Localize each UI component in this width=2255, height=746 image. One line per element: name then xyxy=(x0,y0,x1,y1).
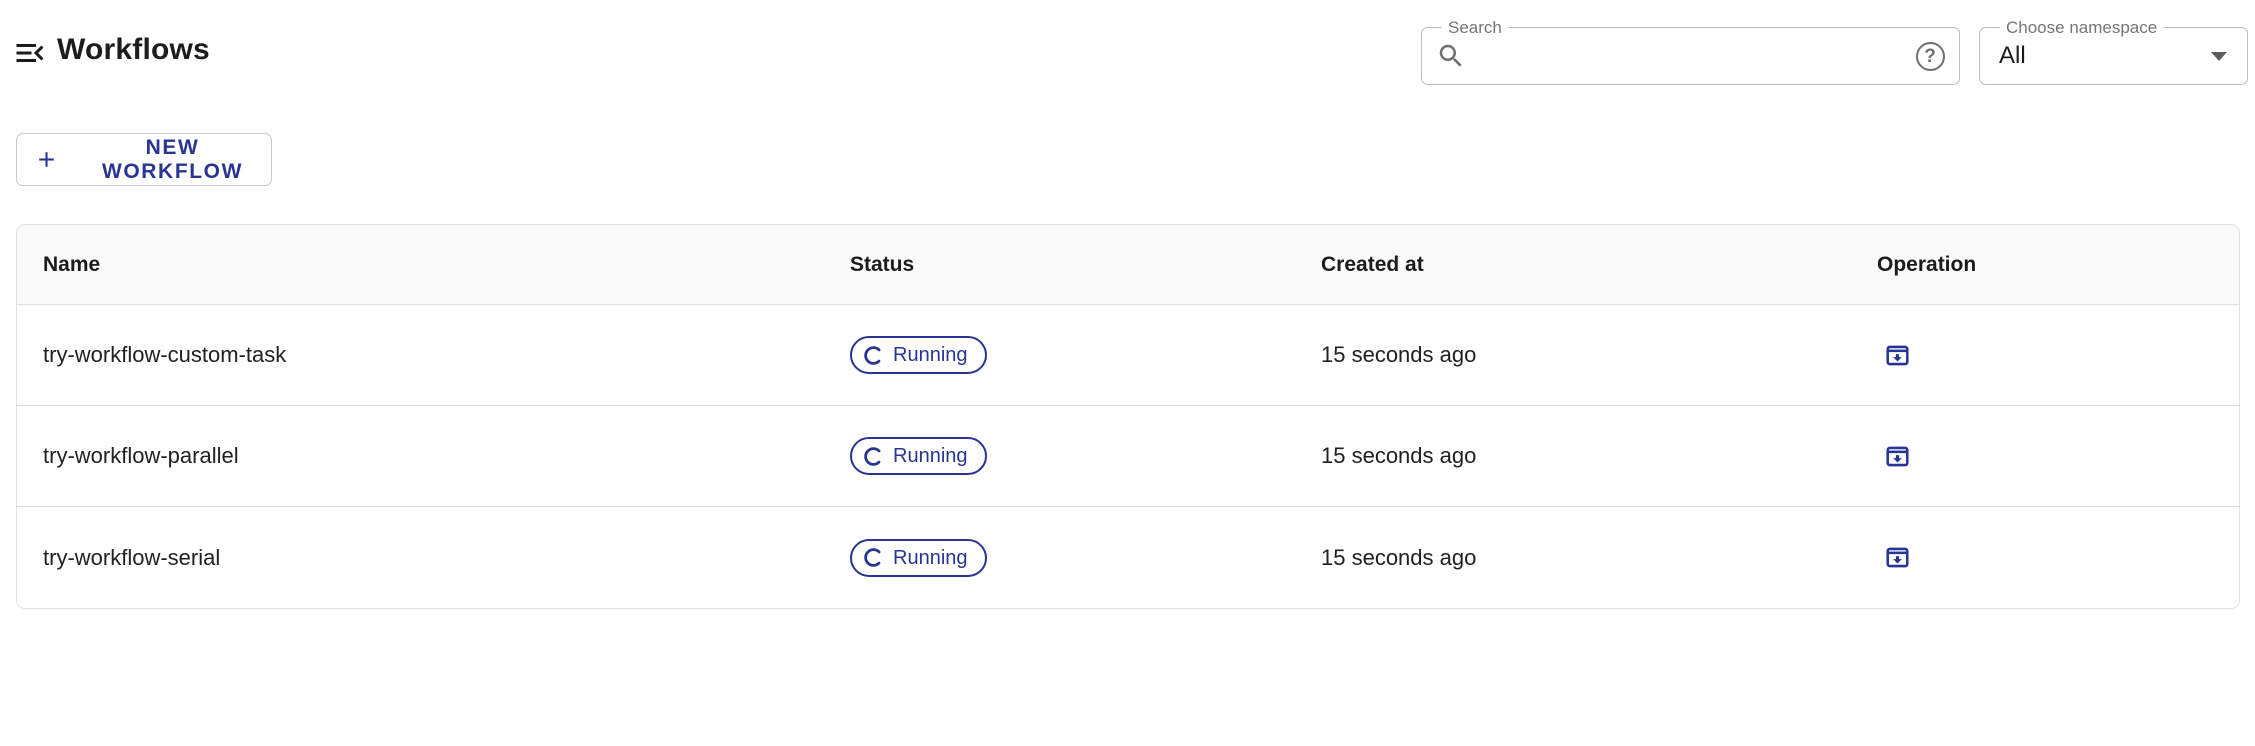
created-at: 15 seconds ago xyxy=(1321,443,1476,468)
menu-open-icon xyxy=(12,35,48,74)
namespace-select[interactable]: Choose namespace All xyxy=(1979,27,2248,85)
help-icon: ? xyxy=(1916,42,1945,71)
archive-icon xyxy=(1883,341,1912,370)
search-icon xyxy=(1436,41,1466,71)
search-field[interactable]: Search ? xyxy=(1421,27,1960,85)
status-label: Running xyxy=(893,548,968,568)
namespace-select-label: Choose namespace xyxy=(2000,18,2163,38)
workflow-name: try-workflow-custom-task xyxy=(43,342,286,367)
column-header-status: Status xyxy=(850,253,1321,277)
running-spinner-icon xyxy=(863,345,884,366)
status-badge: Running xyxy=(850,336,987,374)
menu-toggle-button[interactable] xyxy=(10,34,50,74)
table-row[interactable]: try-workflow-custom-task Running 15 seco… xyxy=(17,305,2239,406)
column-header-name: Name xyxy=(43,253,850,277)
page-title: Workflows xyxy=(57,33,210,67)
status-label: Running xyxy=(893,446,968,466)
new-workflow-button-label: NEW WORKFLOW xyxy=(74,136,271,184)
column-header-operation: Operation xyxy=(1877,253,2239,277)
status-badge: Running xyxy=(850,437,987,475)
table-row[interactable]: try-workflow-serial Running 15 seconds a… xyxy=(17,507,2239,608)
created-at: 15 seconds ago xyxy=(1321,342,1476,367)
archive-icon xyxy=(1883,442,1912,471)
search-field-label: Search xyxy=(1442,18,1508,38)
workflow-name: try-workflow-parallel xyxy=(43,443,239,468)
plus-icon xyxy=(34,147,59,172)
archive-button[interactable] xyxy=(1875,434,1919,478)
running-spinner-icon xyxy=(863,446,884,467)
status-badge: Running xyxy=(850,539,987,577)
search-help-button[interactable]: ? xyxy=(1913,39,1947,73)
table-body: try-workflow-custom-task Running 15 seco… xyxy=(17,305,2239,608)
running-spinner-icon xyxy=(863,547,884,568)
archive-icon xyxy=(1883,543,1912,572)
column-header-created: Created at xyxy=(1321,253,1877,277)
workflows-table: Name Status Created at Operation try-wor… xyxy=(16,224,2240,609)
search-input[interactable] xyxy=(1476,36,1913,76)
workflow-name: try-workflow-serial xyxy=(43,545,220,570)
created-at: 15 seconds ago xyxy=(1321,545,1476,570)
status-label: Running xyxy=(893,345,968,365)
archive-button[interactable] xyxy=(1875,536,1919,580)
archive-button[interactable] xyxy=(1875,333,1919,377)
new-workflow-button[interactable]: NEW WORKFLOW xyxy=(16,133,272,186)
table-row[interactable]: try-workflow-parallel Running 15 seconds… xyxy=(17,406,2239,507)
chevron-down-icon xyxy=(2211,52,2227,61)
table-header-row: Name Status Created at Operation xyxy=(17,225,2239,305)
namespace-selected-value: All xyxy=(1999,42,2211,70)
